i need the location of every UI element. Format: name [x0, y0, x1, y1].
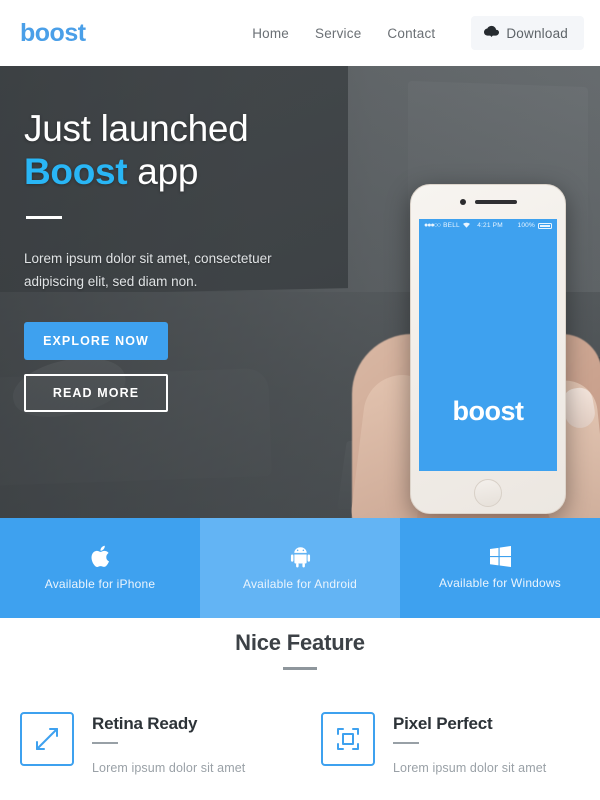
hero-actions: EXPLORE NOW READ MORE: [24, 322, 354, 413]
platform-label-android: Available for Android: [242, 576, 358, 591]
wifi-icon: [462, 222, 470, 230]
hero-title-accent: Boost: [24, 150, 128, 192]
feature-title-retina-ready: Retina Ready: [92, 714, 198, 733]
apple-icon: [90, 545, 110, 568]
nav-item-home[interactable]: Home: [252, 26, 289, 41]
platform-availability-bar: Available for iPhone Available for Andro…: [0, 518, 600, 618]
explore-now-button[interactable]: EXPLORE NOW: [24, 322, 168, 361]
phone-status-bar: ●●●○○ BELL 4:21 PM 100%: [419, 219, 557, 232]
nav-item-contact[interactable]: Contact: [387, 26, 435, 41]
platform-item-iphone[interactable]: Available for iPhone: [0, 518, 200, 618]
expand-arrows-icon: [20, 712, 74, 766]
phone-screen: ●●●○○ BELL 4:21 PM 100% boost: [419, 219, 557, 471]
signal-dots-icon: ●●●○○: [424, 222, 441, 229]
windows-icon: [489, 546, 511, 567]
feature-text-retina-ready: Lorem ipsum dolor sit amet: [92, 761, 246, 775]
hero-title-rest: app: [127, 150, 199, 192]
hero-copy: Just launched Boost app Lorem ipsum dolo…: [24, 108, 354, 413]
front-camera-icon: [459, 199, 466, 205]
site-header: boost Home Service Contact Download: [0, 0, 600, 66]
features-title-divider: [283, 667, 317, 670]
phone-mockup: ●●●○○ BELL 4:21 PM 100% boost: [347, 184, 600, 518]
features-section-title: Nice Feature: [235, 630, 365, 655]
clock-label: 4:21 PM: [477, 222, 503, 229]
hero-divider: [26, 215, 62, 219]
feature-item-pixel-perfect: Pixel Perfect Lorem ipsum dolor sit amet: [321, 712, 580, 775]
features-grid: Retina Ready Lorem ipsum dolor sit amet …: [0, 712, 600, 775]
carrier-label: BELL: [443, 222, 460, 229]
feature-item-retina-ready: Retina Ready Lorem ipsum dolor sit amet: [20, 712, 279, 775]
feature-title-divider: [92, 742, 118, 744]
platform-item-windows[interactable]: Available for Windows: [400, 518, 600, 618]
hero-title-line1: Just launched: [24, 108, 249, 149]
home-button-icon: [474, 479, 502, 507]
crop-frame-icon: [321, 712, 375, 766]
battery-icon: [537, 222, 552, 229]
logo[interactable]: boost: [20, 19, 86, 48]
phone-app-name: boost: [452, 396, 525, 426]
feature-title-pixel-perfect: Pixel Perfect: [393, 714, 493, 733]
features-section: Nice Feature Retina Ready Lorem ipsum do…: [0, 618, 600, 800]
nav-item-service[interactable]: Service: [315, 26, 361, 41]
download-button[interactable]: Download: [471, 16, 584, 50]
phone-top-bar: [411, 185, 565, 219]
features-heading-block: Nice Feature: [0, 630, 600, 670]
platform-label-windows: Available for Windows: [438, 576, 562, 590]
hero-title: Just launched Boost app: [24, 108, 354, 194]
phone-device: ●●●○○ BELL 4:21 PM 100% boost: [410, 184, 566, 514]
read-more-button[interactable]: READ MORE: [24, 374, 168, 413]
main-nav: Home Service Contact Download: [252, 16, 584, 50]
hero-section: Just launched Boost app Lorem ipsum dolo…: [0, 66, 600, 518]
earpiece-speaker-icon: [474, 200, 517, 204]
hero-subtitle: Lorem ipsum dolor sit amet, consectetuer…: [24, 250, 272, 290]
cloud-download-icon: [484, 25, 500, 41]
platform-label-iphone: Available for iPhone: [44, 577, 156, 591]
download-button-label: Download: [506, 25, 568, 41]
feature-text-pixel-perfect: Lorem ipsum dolor sit amet: [393, 761, 547, 775]
feature-body: Pixel Perfect Lorem ipsum dolor sit amet: [393, 712, 546, 775]
feature-title-divider: [393, 742, 419, 744]
battery-percent-label: 100%: [517, 222, 535, 229]
platform-item-android[interactable]: Available for Android: [200, 518, 400, 618]
feature-body: Retina Ready Lorem ipsum dolor sit amet: [92, 712, 245, 775]
android-icon: [290, 546, 311, 568]
